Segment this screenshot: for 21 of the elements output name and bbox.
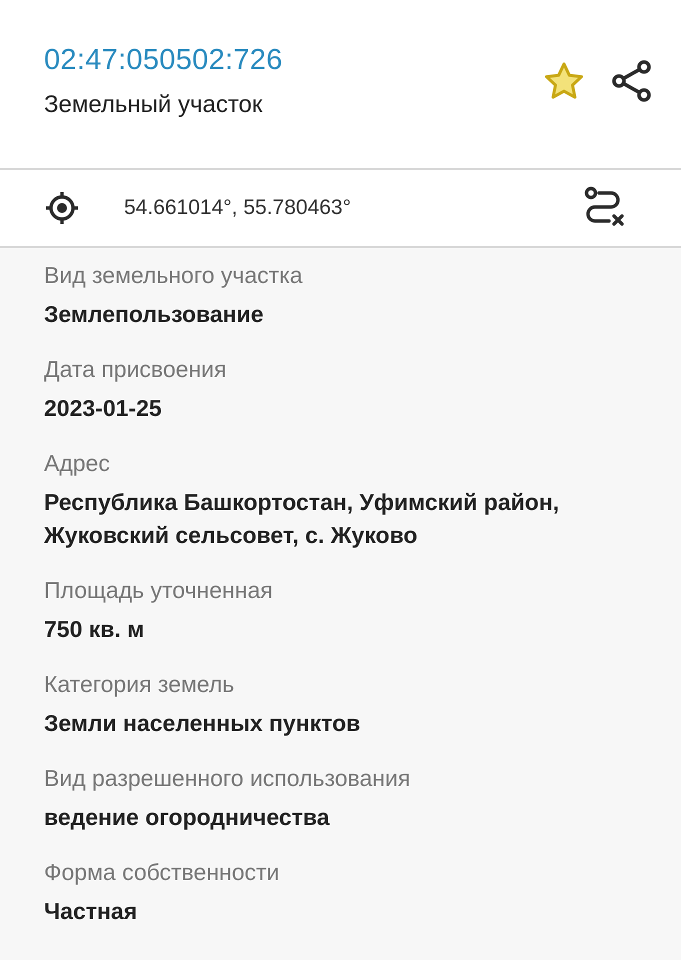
property-value: Республика Башкортостан, Уфимский район, Жуковский сельсовет, с. Жуково — [44, 488, 560, 550]
property-label: Вид земельного участка — [44, 262, 304, 289]
target-icon — [44, 190, 80, 226]
property-label: Категория земель — [44, 670, 236, 698]
property-label: Вид разрешенного использования — [44, 765, 412, 792]
property-value: ведение огородничества — [44, 803, 331, 832]
property-value: Земли населенных пунктов — [44, 708, 362, 738]
property-label: Форма собственности — [44, 859, 280, 886]
property-value: Частная — [44, 897, 138, 926]
locate-button[interactable] — [44, 190, 80, 226]
property-label: Дата присвоения — [44, 356, 228, 384]
property-value: 2023-01-25 — [44, 394, 163, 424]
object-type: Земельный участок — [44, 91, 264, 119]
property-value: Землепользование — [44, 300, 264, 329]
property-label: Адрес — [44, 450, 111, 478]
property-value: 750 кв. м — [44, 614, 146, 644]
property-label: Площадь уточненная — [44, 576, 274, 604]
share-button[interactable] — [611, 58, 653, 104]
star-icon — [543, 61, 585, 101]
share-icon — [611, 58, 653, 104]
cadastral-number[interactable]: 02:47:050502:726 — [44, 44, 283, 77]
